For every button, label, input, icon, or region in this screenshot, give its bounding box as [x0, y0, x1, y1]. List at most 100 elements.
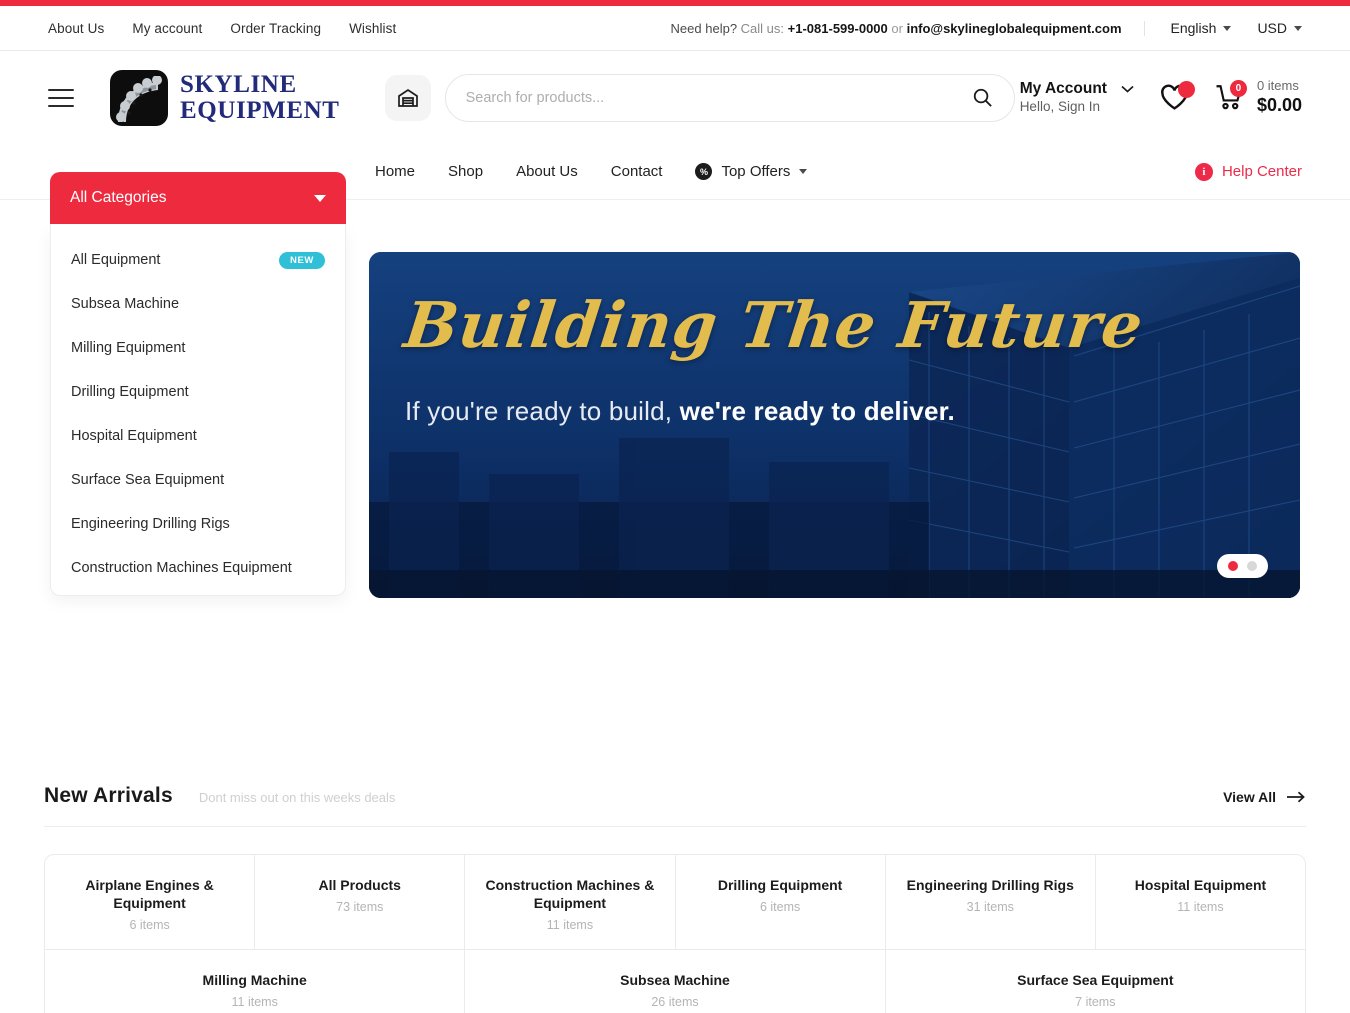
category-label: Milling Equipment — [71, 340, 186, 356]
view-all-button[interactable]: View All — [1223, 789, 1306, 805]
account-subtitle: Hello, Sign In — [1019, 99, 1100, 115]
category-card-surface-sea-equipment[interactable]: Surface Sea Equipment 7 items — [886, 950, 1305, 1013]
category-card-name: Subsea Machine — [620, 972, 730, 988]
category-item-milling-equipment[interactable]: Milling Equipment — [51, 326, 345, 370]
store-locator-button[interactable] — [384, 74, 431, 121]
category-card-count: 31 items — [966, 899, 1014, 914]
hero-subtitle: If you're ready to build, we're ready to… — [405, 396, 1264, 427]
utility-links: About Us My account Order Tracking Wishl… — [48, 21, 396, 36]
cart-button[interactable]: 0 0 items $0.00 — [1215, 78, 1302, 117]
cart-icon-wrap[interactable]: 0 — [1215, 80, 1247, 111]
site-logo[interactable]: SKYLINE EQUIPMENT — [110, 69, 340, 126]
category-item-surface-sea-equipment[interactable]: Surface Sea Equipment — [51, 458, 345, 502]
category-item-drilling-equipment[interactable]: Drilling Equipment — [51, 370, 345, 414]
category-card-airplane-engines[interactable]: Airplane Engines & Equipment 6 items — [45, 855, 256, 949]
view-all-label: View All — [1223, 789, 1276, 805]
category-label: All Equipment — [71, 252, 161, 268]
category-card-name: Airplane Engines & Equipment — [85, 877, 214, 911]
carousel-dot-1[interactable] — [1228, 561, 1238, 571]
category-card-name: Construction Machines & Equipment — [485, 877, 655, 911]
hero-subtitle-normal: If you're ready to build, — [405, 396, 680, 426]
phone-number[interactable]: +1-081-599-0000 — [788, 21, 888, 36]
currency-value: USD — [1257, 20, 1287, 36]
all-categories-label: All Categories — [70, 189, 167, 206]
nav-item-about-us[interactable]: About Us — [516, 163, 578, 180]
nav-item-contact[interactable]: Contact — [611, 163, 663, 180]
cart-item-count: 0 items — [1256, 78, 1299, 94]
category-card-count: 6 items — [129, 917, 170, 932]
hamburger-menu-icon[interactable] — [48, 88, 74, 107]
category-grid-row-1: Airplane Engines & Equipment 6 items All… — [45, 855, 1305, 949]
site-header: SKYLINE EQUIPMENT My Account — [0, 51, 1350, 144]
help-center-label: Help Center — [1221, 163, 1302, 180]
category-item-engineering-drilling-rigs[interactable]: Engineering Drilling Rigs — [51, 502, 345, 546]
nav-item-top-offers[interactable]: % Top Offers — [695, 163, 808, 180]
utility-link-wishlist[interactable]: Wishlist — [349, 21, 396, 36]
category-card-engineering-drilling-rigs[interactable]: Engineering Drilling Rigs 31 items — [886, 855, 1096, 949]
category-card-name: Engineering Drilling Rigs — [906, 877, 1074, 893]
category-item-subsea-machine[interactable]: Subsea Machine — [51, 282, 345, 326]
category-card-milling-machine[interactable]: Milling Machine 11 items — [45, 950, 466, 1013]
hero-content: Building The Future If you're ready to b… — [400, 288, 1264, 427]
nav-links: Home Shop About Us Contact % Top Offers — [375, 163, 808, 180]
category-card-name: Surface Sea Equipment — [1017, 972, 1174, 988]
chevron-down-icon — [1294, 25, 1302, 31]
utility-link-order-tracking[interactable]: Order Tracking — [230, 21, 321, 36]
category-card-name: All Products — [318, 877, 401, 893]
category-card-count: 73 items — [336, 899, 384, 914]
hero-banner[interactable]: Building The Future If you're ready to b… — [369, 252, 1300, 598]
chevron-down-icon — [1223, 25, 1232, 31]
utility-link-about-us[interactable]: About Us — [48, 21, 104, 36]
currency-selector[interactable]: USD — [1257, 20, 1302, 36]
category-card-all-products[interactable]: All Products 73 items — [255, 855, 466, 949]
search-button[interactable] — [971, 86, 994, 109]
wishlist-button[interactable] — [1160, 81, 1195, 111]
category-card-count: 11 items — [1177, 899, 1224, 914]
locale-selectors: English USD — [1145, 20, 1302, 36]
nav-item-shop[interactable]: Shop — [448, 163, 483, 180]
logo-line-1: SKYLINE — [180, 70, 297, 98]
category-card-subsea-machine[interactable]: Subsea Machine 26 items — [465, 950, 886, 1013]
hero-title: Building The Future — [400, 288, 1148, 362]
page-root: About Us My account Order Tracking Wishl… — [0, 0, 1350, 1013]
language-value: English — [1170, 20, 1217, 36]
arrow-right-icon — [1287, 791, 1305, 803]
category-item-hospital-equipment[interactable]: Hospital Equipment — [51, 414, 345, 458]
category-label: Engineering Drilling Rigs — [71, 516, 230, 532]
section-title: New Arrivals — [44, 784, 173, 807]
category-label: Subsea Machine — [71, 296, 180, 312]
utility-link-my-account[interactable]: My account — [132, 21, 202, 36]
category-grid-row-2: Milling Machine 11 items Subsea Machine … — [45, 949, 1305, 1013]
search-icon — [973, 88, 992, 107]
utility-right: Need help? Call us: +1-081-599-0000 or i… — [671, 20, 1302, 36]
category-card-hospital-equipment[interactable]: Hospital Equipment 11 items — [1096, 855, 1305, 949]
need-help-label: Need help? — [670, 20, 738, 36]
category-card-name: Hospital Equipment — [1134, 877, 1267, 893]
email-address[interactable]: info@skylineglobalequipment.com — [907, 21, 1122, 36]
warehouse-icon — [397, 88, 418, 107]
carousel-dots — [1217, 554, 1268, 578]
cart-summary: 0 items $0.00 — [1257, 78, 1302, 117]
new-arrivals-header: New Arrivals Dont miss out on this weeks… — [44, 784, 1306, 827]
or-label: or — [891, 20, 903, 36]
category-card-count: 11 items — [546, 917, 594, 932]
help-center-link[interactable]: i Help Center — [1194, 162, 1302, 181]
language-selector[interactable]: English — [1171, 20, 1232, 36]
cart-badge: 0 — [1229, 80, 1247, 97]
search-bar[interactable] — [444, 73, 1015, 122]
categories-dropdown: All Equipment NEW Subsea Machine Milling… — [50, 224, 346, 596]
search-input[interactable] — [465, 89, 971, 106]
hero-subtitle-bold: we're ready to deliver. — [679, 396, 955, 426]
new-badge: NEW — [279, 251, 325, 269]
wishlist-badge — [1177, 81, 1195, 98]
category-item-construction-machines-equipment[interactable]: Construction Machines Equipment — [51, 546, 345, 590]
all-categories-button[interactable]: All Categories — [50, 172, 346, 224]
nav-item-home[interactable]: Home — [375, 163, 415, 180]
my-account-menu[interactable]: My Account Hello, Sign In — [1020, 79, 1134, 116]
category-item-all-equipment[interactable]: All Equipment NEW — [51, 238, 345, 282]
carousel-dot-2[interactable] — [1247, 561, 1257, 571]
category-card-construction-machines[interactable]: Construction Machines & Equipment 11 ite… — [465, 855, 676, 949]
category-card-name: Drilling Equipment — [717, 877, 843, 893]
category-card-drilling-equipment[interactable]: Drilling Equipment 6 items — [676, 855, 886, 949]
chevron-down-icon — [799, 169, 808, 174]
